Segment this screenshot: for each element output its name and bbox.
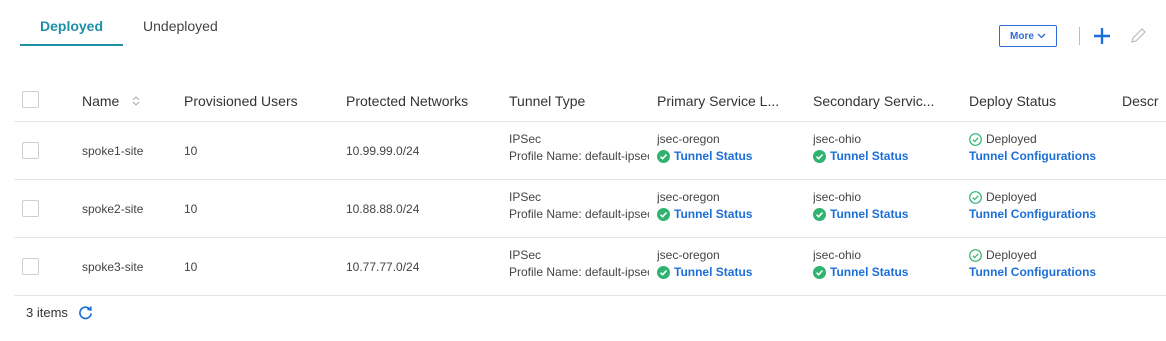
table-row[interactable]: spoke1-site 10 10.99.99.0/24 IPSec Profi… (14, 122, 1166, 180)
profile-name: Profile Name: default-ipsec (509, 149, 649, 163)
toolbar: More (999, 24, 1150, 48)
check-circle-outline-icon (969, 190, 982, 204)
protected-networks: 10.88.88.0/24 (346, 202, 420, 216)
protected-networks: 10.77.77.0/24 (346, 260, 420, 274)
column-header-description[interactable]: Descr (1122, 93, 1166, 109)
more-label: More (1010, 30, 1034, 42)
check-circle-outline-icon (969, 248, 982, 262)
chevron-down-icon (1037, 33, 1046, 39)
tab-undeployed[interactable]: Undeployed (123, 0, 238, 46)
deploy-status: Deployed (969, 190, 1144, 204)
primary-tunnel-status-link[interactable]: Tunnel Status (657, 149, 802, 163)
secondary-service-location: jsec-ohio (813, 248, 862, 262)
row-checkbox[interactable] (22, 142, 39, 159)
site-name: spoke1-site (82, 144, 144, 158)
tunnel-type: IPSec (509, 132, 542, 146)
deploy-status: Deployed (969, 132, 1144, 146)
table-row[interactable]: spoke2-site 10 10.88.88.0/24 IPSec Profi… (14, 180, 1166, 238)
deploy-status: Deployed (969, 248, 1144, 262)
provisioned-users: 10 (184, 144, 198, 158)
check-circle-icon (813, 149, 826, 163)
check-circle-icon (657, 149, 670, 163)
tunnel-type: IPSec (509, 248, 542, 262)
primary-service-location: jsec-oregon (657, 190, 720, 204)
provisioned-users: 10 (184, 202, 198, 216)
tunnel-configurations-link[interactable]: Tunnel Configurations (969, 149, 1144, 163)
column-header-deploy-status[interactable]: Deploy Status (969, 93, 1144, 109)
table-footer: 3 items (26, 305, 93, 320)
column-header-tunnel-type[interactable]: Tunnel Type (509, 93, 649, 109)
edit-button[interactable] (1126, 24, 1150, 48)
check-circle-icon (813, 265, 826, 279)
tab-deployed[interactable]: Deployed (20, 0, 124, 46)
provisioned-users: 10 (184, 260, 198, 274)
secondary-service-location: jsec-ohio (813, 132, 862, 146)
select-all-checkbox[interactable] (22, 91, 39, 108)
secondary-tunnel-status-link[interactable]: Tunnel Status (813, 207, 958, 221)
check-circle-icon (657, 207, 670, 221)
check-circle-outline-icon (969, 132, 982, 146)
profile-name: Profile Name: default-ipsec (509, 207, 649, 221)
tunnel-type: IPSec (509, 190, 542, 204)
column-header-networks[interactable]: Protected Networks (346, 93, 468, 109)
row-checkbox[interactable] (22, 200, 39, 217)
sites-table: Name Provisioned Users Protected Network… (14, 80, 1166, 296)
item-count: 3 items (26, 305, 68, 320)
secondary-service-location: jsec-ohio (813, 190, 862, 204)
protected-networks: 10.99.99.0/24 (346, 144, 420, 158)
column-header-secondary-service[interactable]: Secondary Servic... (813, 93, 958, 109)
profile-name: Profile Name: default-ipsec (509, 265, 649, 279)
refresh-icon[interactable] (78, 305, 93, 320)
column-header-users[interactable]: Provisioned Users (184, 93, 298, 109)
check-circle-icon (657, 265, 670, 279)
site-name: spoke3-site (82, 260, 144, 274)
tunnel-configurations-link[interactable]: Tunnel Configurations (969, 207, 1144, 221)
primary-tunnel-status-link[interactable]: Tunnel Status (657, 265, 802, 279)
column-header-primary-service[interactable]: Primary Service L... (657, 93, 802, 109)
primary-service-location: jsec-oregon (657, 248, 720, 262)
add-button[interactable] (1090, 24, 1114, 48)
primary-service-location: jsec-oregon (657, 132, 720, 146)
toolbar-divider (1079, 27, 1080, 45)
table-row[interactable]: spoke3-site 10 10.77.77.0/24 IPSec Profi… (14, 238, 1166, 296)
secondary-tunnel-status-link[interactable]: Tunnel Status (813, 149, 958, 163)
pencil-icon (1131, 28, 1146, 43)
sort-icon[interactable] (131, 96, 141, 106)
table-header: Name Provisioned Users Protected Network… (14, 80, 1166, 122)
secondary-tunnel-status-link[interactable]: Tunnel Status (813, 265, 958, 279)
more-button[interactable]: More (999, 25, 1057, 47)
primary-tunnel-status-link[interactable]: Tunnel Status (657, 207, 802, 221)
plus-icon (1094, 28, 1110, 44)
check-circle-icon (813, 207, 826, 221)
site-name: spoke2-site (82, 202, 144, 216)
column-header-name[interactable]: Name (82, 93, 141, 109)
tunnel-configurations-link[interactable]: Tunnel Configurations (969, 265, 1144, 279)
row-checkbox[interactable] (22, 258, 39, 275)
tab-bar: Deployed Undeployed (20, 0, 238, 46)
